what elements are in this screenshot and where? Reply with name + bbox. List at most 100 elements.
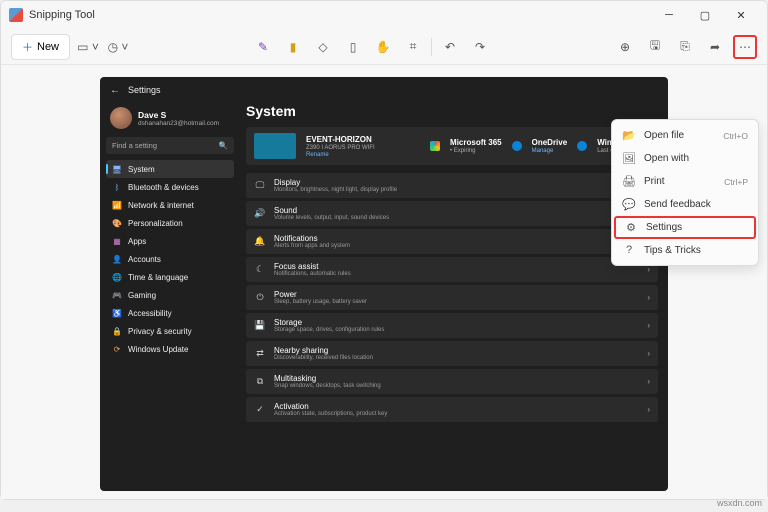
zoom-button[interactable]: ⊕: [613, 35, 637, 59]
nav-label: Network & internet: [128, 201, 194, 210]
menu-item-settings[interactable]: ⚙Settings: [614, 216, 756, 239]
sidebar-item-system[interactable]: 🖥System: [106, 160, 234, 178]
row-icon: 🔔: [254, 236, 266, 247]
chevron-right-icon: ›: [647, 265, 650, 274]
minimize-button[interactable]: ─: [651, 3, 687, 27]
maximize-button[interactable]: ▢: [687, 3, 723, 27]
nav-icon: 🎮: [112, 290, 122, 300]
update-icon: [577, 141, 587, 151]
context-menu: 📂Open fileCtrl+O🖼Open with🖨PrintCtrl+P💬S…: [611, 119, 759, 266]
search-icon: 🔍: [219, 141, 228, 150]
settings-sidebar: Dave S dshanahan23@hotmail.com Find a se…: [100, 103, 240, 491]
row-icon: 💾: [254, 320, 266, 331]
delay-dropdown[interactable]: ◷ ˅: [106, 35, 130, 59]
nav-label: Accounts: [128, 255, 161, 264]
setting-row-storage[interactable]: 💾 StorageStorage space, drives, configura…: [246, 313, 658, 338]
m365-block[interactable]: Microsoft 365 • Expiring: [450, 138, 502, 154]
eraser-tool[interactable]: ◇: [311, 35, 335, 59]
nav-label: Apps: [128, 237, 146, 246]
menu-item-open-file[interactable]: 📂Open fileCtrl+O: [612, 124, 758, 147]
nav-icon: 🔒: [112, 326, 122, 336]
setting-row-focus-assist[interactable]: ☾Focus assistNotifications, automatic ru…: [246, 257, 658, 282]
row-desc: Storage space, drives, configuration rul…: [274, 327, 639, 333]
nav-icon: 🎨: [112, 218, 122, 228]
menu-label: Tips & Tricks: [644, 245, 740, 256]
sidebar-item-time-language[interactable]: 🌐Time & language: [106, 268, 234, 286]
back-icon[interactable]: ←: [110, 85, 120, 96]
nav-label: System: [128, 165, 155, 174]
setting-row-activation[interactable]: ✓ActivationActivation state, subscriptio…: [246, 397, 658, 422]
nav-label: Personalization: [128, 219, 183, 228]
sidebar-item-accounts[interactable]: 👤Accounts: [106, 250, 234, 268]
search-input[interactable]: Find a setting 🔍: [106, 137, 234, 154]
page-title: System: [246, 103, 658, 119]
save-button[interactable]: 🖫: [643, 35, 667, 59]
sidebar-item-windows-update[interactable]: ⟳Windows Update: [106, 340, 234, 358]
menu-item-tips-tricks[interactable]: ? Tips & Tricks: [612, 239, 758, 261]
sidebar-item-network-internet[interactable]: 📶Network & internet: [106, 196, 234, 214]
ruler-tool[interactable]: ▯: [341, 35, 365, 59]
new-button[interactable]: ＋ New: [11, 34, 70, 60]
redo-button[interactable]: ↷: [468, 35, 492, 59]
row-title: Focus assist: [274, 262, 639, 271]
share-button[interactable]: ➦: [703, 35, 727, 59]
menu-shortcut: Ctrl+P: [724, 177, 748, 187]
toolbar: ＋ New ▭ ˅ ◷ ˅ ✎ ▮ ◇ ▯ ✋ ⌗ ↶ ↷ ⊕ 🖫 ⎘ ➦ ⋯: [1, 29, 767, 65]
menu-label: Settings: [646, 222, 738, 233]
more-button[interactable]: ⋯: [733, 35, 757, 59]
menu-item-open-with[interactable]: 🖼Open with: [612, 147, 758, 170]
row-title: Nearby sharing: [274, 346, 639, 355]
row-desc: Sleep, battery usage, battery saver: [274, 299, 639, 305]
search-placeholder: Find a setting: [112, 141, 157, 150]
nav-label: Bluetooth & devices: [128, 183, 199, 192]
setting-row-sound[interactable]: 🔊SoundVolume levels, output, input, soun…: [246, 201, 658, 226]
sidebar-item-accessibility[interactable]: ♿Accessibility: [106, 304, 234, 322]
setting-row-power[interactable]: ⏻PowerSleep, battery usage, battery save…: [246, 285, 658, 310]
settings-main: System EVENT-HORIZON Z390 I AORUS PRO WI…: [240, 103, 668, 491]
pc-info[interactable]: EVENT-HORIZON Z390 I AORUS PRO WIFI Rena…: [306, 135, 375, 158]
row-desc: Volume levels, output, input, sound devi…: [274, 215, 639, 221]
menu-icon: ?: [622, 244, 636, 256]
user-block[interactable]: Dave S dshanahan23@hotmail.com: [106, 103, 234, 137]
undo-button[interactable]: ↶: [438, 35, 462, 59]
setting-row-multitasking[interactable]: ⧉MultitaskingSnap windows, desktops, tas…: [246, 369, 658, 394]
crop-tool[interactable]: ⌗: [401, 35, 425, 59]
sidebar-item-bluetooth-devices[interactable]: ᛒ Bluetooth & devices: [106, 178, 234, 196]
menu-shortcut: Ctrl+O: [723, 131, 748, 141]
menu-icon: 💬: [622, 198, 636, 211]
nav-icon: ᛒ: [112, 182, 122, 192]
copy-button[interactable]: ⎘: [673, 35, 697, 59]
watermark: wsxdn.com: [717, 498, 762, 508]
menu-icon: 📂: [622, 129, 636, 142]
user-name: Dave S: [138, 110, 219, 120]
menu-label: Print: [644, 176, 716, 187]
nav-label: Time & language: [128, 273, 188, 282]
sidebar-item-personalization[interactable]: 🎨 Personalization: [106, 214, 234, 232]
new-label: New: [37, 41, 59, 53]
setting-row-display[interactable]: 🖵DisplayMonitors, brightness, night ligh…: [246, 173, 658, 198]
onedrive-block[interactable]: OneDrive Manage: [532, 138, 568, 154]
nav-icon: ▦: [112, 236, 122, 246]
row-title: Storage: [274, 318, 639, 327]
highlighter-tool[interactable]: ▮: [281, 35, 305, 59]
sidebar-item-apps[interactable]: ▦ Apps: [106, 232, 234, 250]
row-icon: ⏻: [254, 292, 266, 303]
menu-item-send-feedback[interactable]: 💬 Send feedback: [612, 193, 758, 216]
sidebar-item-privacy-security[interactable]: 🔒 Privacy & security: [106, 322, 234, 340]
touch-tool[interactable]: ✋: [371, 35, 395, 59]
close-button[interactable]: ✕: [723, 3, 759, 27]
snip-mode-dropdown[interactable]: ▭ ˅: [76, 35, 100, 59]
row-icon: ✓: [254, 404, 266, 415]
setting-row-nearby-sharing[interactable]: ⇄Nearby sharingDiscoverability, received…: [246, 341, 658, 366]
nav-label: Privacy & security: [128, 327, 192, 336]
nav-label: Windows Update: [128, 345, 188, 354]
menu-item-print[interactable]: 🖨PrintCtrl+P: [612, 170, 758, 193]
menu-label: Send feedback: [644, 199, 740, 210]
chevron-right-icon: ›: [647, 293, 650, 302]
setting-row-notifications[interactable]: 🔔NotificationsAlerts from apps and syste…: [246, 229, 658, 254]
pc-thumbnail: [254, 133, 296, 159]
sidebar-item-gaming[interactable]: 🎮Gaming: [106, 286, 234, 304]
menu-label: Open with: [644, 153, 740, 164]
pen-tool[interactable]: ✎: [251, 35, 275, 59]
row-desc: Discoverability, received files location: [274, 355, 639, 361]
